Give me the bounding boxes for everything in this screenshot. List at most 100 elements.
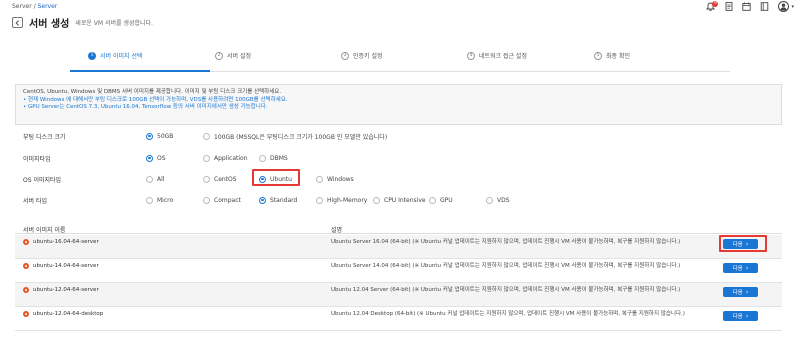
- next-button[interactable]: 다음 ›: [723, 263, 758, 273]
- radio-button[interactable]: [146, 154, 153, 162]
- radio-button[interactable]: [203, 175, 210, 183]
- image-name: ubuntu-12.04-64-desktop: [33, 311, 104, 317]
- top-bar: Server / Server 9 ▾: [0, 0, 800, 14]
- radio-centos[interactable]: CentOS: [203, 175, 237, 183]
- step-4[interactable]: 4 네트워크 접근 설정: [467, 51, 527, 60]
- radio-high-memory[interactable]: High-Memory: [316, 196, 368, 204]
- radio-label: Micro: [157, 196, 174, 204]
- info-line: • 현재 Windows 에 대해서만 부팅 디스크로 100GB 선택이 가능…: [23, 96, 288, 103]
- step-label: 최종 확인: [606, 53, 630, 60]
- radio-compact[interactable]: Compact: [203, 196, 241, 204]
- radio-vds[interactable]: VDS: [486, 196, 510, 204]
- step-number: 4: [467, 51, 475, 60]
- notification-icon[interactable]: 9: [706, 0, 719, 12]
- server-type-row: 서버 타입 Micro Compact Standard High-Memory…: [23, 195, 783, 205]
- radio-100gb[interactable]: 100GB (MSSQL은 부팅디스크 크기가 100GB 인 모델만 있습니다…: [203, 132, 387, 141]
- radio-os[interactable]: OS: [146, 154, 166, 162]
- breadcrumb-root[interactable]: Server: [12, 3, 32, 10]
- step-number: 3: [341, 51, 349, 60]
- image-name-cell: ubuntu-16.04-64-server: [23, 239, 99, 245]
- radio-button[interactable]: [373, 196, 380, 204]
- radio-button[interactable]: [146, 175, 153, 183]
- table-row[interactable]: ubuntu-14.04-64-server Ubuntu Server 14.…: [15, 259, 782, 283]
- table-header: 서버 이미지 이름 설명: [15, 224, 782, 234]
- step-label: 네트워크 접근 설정: [479, 53, 527, 60]
- table-row[interactable]: ubuntu-12.04-64-desktop Ubuntu 12.04 Des…: [15, 307, 782, 331]
- ubuntu-icon: [23, 239, 29, 245]
- radio-button[interactable]: [486, 196, 493, 204]
- radio-button[interactable]: [316, 175, 323, 183]
- chevron-right-icon: ›: [745, 288, 749, 296]
- radio-button[interactable]: [429, 196, 436, 204]
- radio-button[interactable]: [203, 132, 210, 140]
- radio-all[interactable]: All: [146, 175, 165, 183]
- image-description: Ubuntu Server 16.04 (64-bit) (※ Ubuntu 커…: [331, 239, 681, 245]
- radio-label: Windows: [327, 175, 354, 183]
- radio-micro[interactable]: Micro: [146, 196, 174, 204]
- radio-dbms[interactable]: DBMS: [259, 154, 288, 162]
- radio-standard[interactable]: Standard: [259, 196, 298, 204]
- info-line: CentOS, Ubuntu, Windows 및 DBMS 서버 이미지를 제…: [23, 89, 282, 95]
- ubuntu-icon: [23, 311, 29, 317]
- image-type-label: 이미지타입: [23, 155, 51, 163]
- radio-button[interactable]: [203, 196, 210, 204]
- radio-label: All: [157, 175, 165, 183]
- radio-gpu[interactable]: GPU: [429, 196, 453, 204]
- image-name: ubuntu-14.04-64-server: [33, 263, 99, 269]
- next-label: 다음: [732, 266, 743, 272]
- calendar-icon[interactable]: [742, 2, 752, 12]
- table-row[interactable]: ubuntu-16.04-64-server Ubuntu Server 16.…: [15, 235, 782, 259]
- table-row[interactable]: ubuntu-12.04-64-server Ubuntu 12.04 Serv…: [15, 283, 782, 307]
- radio-label: Standard: [270, 196, 298, 204]
- radio-label: 50GB: [157, 132, 174, 140]
- book-icon[interactable]: [760, 2, 769, 12]
- active-step-underline: [70, 70, 210, 72]
- image-name-cell: ubuntu-12.04-64-desktop: [23, 311, 103, 317]
- radio-label: DBMS: [270, 154, 288, 162]
- next-button[interactable]: 다음 ›: [723, 287, 758, 297]
- step-number: 1: [88, 51, 96, 60]
- radio-button[interactable]: [146, 132, 153, 140]
- image-name: ubuntu-16.04-64-server: [33, 239, 99, 245]
- radio-button[interactable]: [259, 196, 266, 204]
- next-button[interactable]: 다음 ›: [723, 311, 758, 321]
- image-description: Ubuntu 12.04 Server (64-bit) (※ Ubuntu 커…: [331, 287, 681, 293]
- radio-50gb[interactable]: 50GB: [146, 132, 174, 140]
- breadcrumb-current[interactable]: Server: [38, 3, 58, 10]
- document-icon[interactable]: [724, 2, 733, 12]
- info-box: CentOS, Ubuntu, Windows 및 DBMS 서버 이미지를 제…: [15, 84, 782, 125]
- chevron-down-icon[interactable]: ▾: [791, 4, 794, 10]
- step-2[interactable]: 2 서버 설정: [215, 51, 251, 60]
- step-label: 인증키 설정: [353, 53, 383, 60]
- radio-button[interactable]: [203, 154, 210, 162]
- top-icons: 9 ▾: [697, 0, 794, 12]
- image-name-cell: ubuntu-12.04-64-server: [23, 287, 99, 293]
- notification-badge: 9: [712, 0, 719, 7]
- ubuntu-icon: [23, 287, 29, 293]
- radio-label: CentOS: [214, 175, 237, 183]
- radio-application[interactable]: Application: [203, 154, 248, 162]
- back-button[interactable]: [12, 17, 23, 28]
- user-avatar[interactable]: [778, 1, 790, 12]
- radio-button[interactable]: [146, 196, 153, 204]
- os-image-type-row: OS 이미지타입 All CentOS Ubuntu Windows: [23, 174, 783, 184]
- step-5[interactable]: 5 최종 확인: [594, 51, 630, 60]
- step-3[interactable]: 3 인증키 설정: [341, 51, 383, 60]
- radio-label: OS: [157, 154, 166, 162]
- column-header-description: 설명: [331, 227, 343, 234]
- title-row: 서버 생성 새로운 VM 서버를 생성합니다.: [12, 15, 153, 30]
- chevron-right-icon: ›: [745, 264, 749, 272]
- page-subtitle: 새로운 VM 서버를 생성합니다.: [75, 20, 153, 27]
- step-label: 서버 설정: [227, 53, 251, 60]
- next-label: 다음: [732, 314, 743, 320]
- next-label: 다음: [732, 290, 743, 296]
- radio-label: Application: [214, 154, 248, 162]
- radio-button[interactable]: [259, 154, 266, 162]
- breadcrumb-separator: /: [33, 3, 36, 10]
- radio-cpu-intensive[interactable]: CPU Intensive: [373, 196, 426, 204]
- radio-windows[interactable]: Windows: [316, 175, 354, 183]
- radio-label: High-Memory: [327, 196, 368, 204]
- step-1[interactable]: 1 서버 이미지 선택: [88, 51, 142, 60]
- radio-button[interactable]: [316, 196, 323, 204]
- image-name: ubuntu-12.04-64-server: [33, 287, 99, 293]
